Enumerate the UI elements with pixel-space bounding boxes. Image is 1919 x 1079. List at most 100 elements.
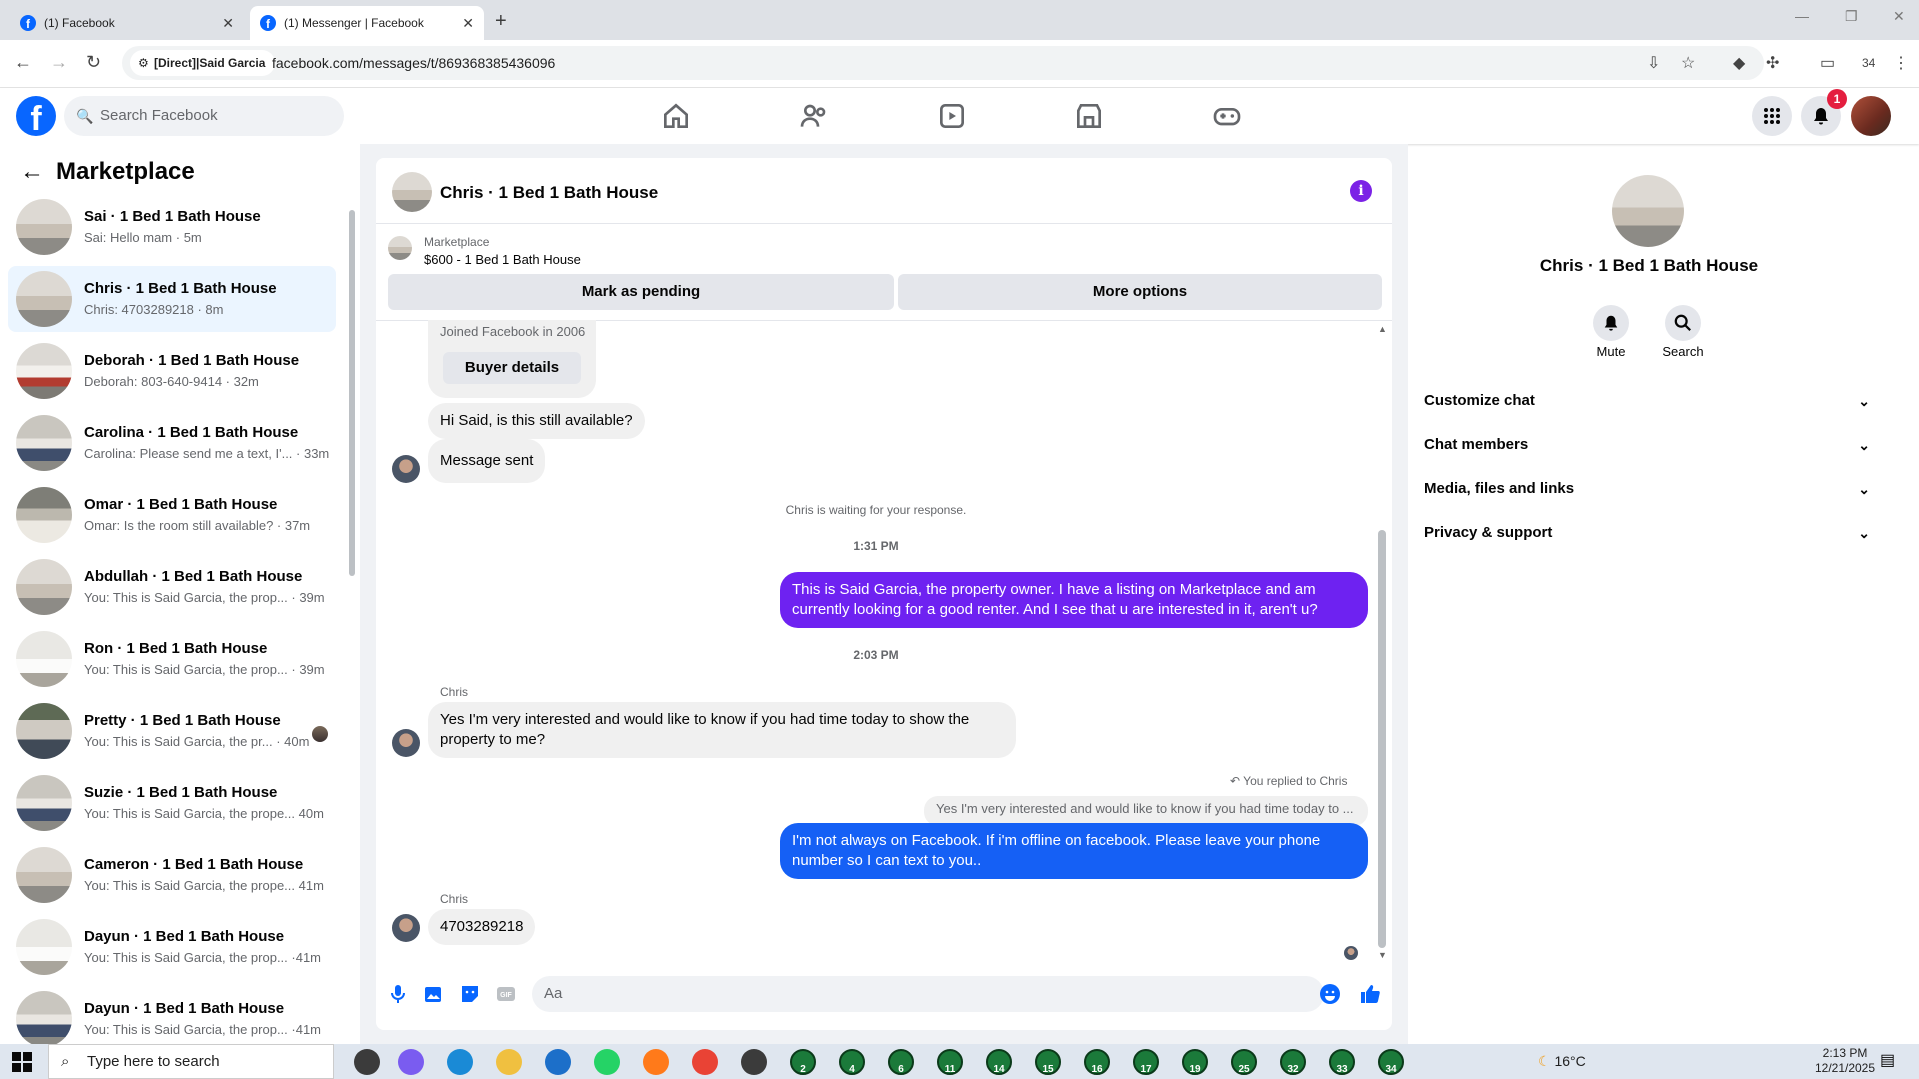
- conversation-item[interactable]: Dayun · 1 Bed 1 Bath House You: This is S…: [8, 914, 336, 980]
- conversation-item[interactable]: Omar · 1 Bed 1 Bath House Omar: Is the ro…: [8, 482, 336, 548]
- conversation-item[interactable]: Pretty · 1 Bed 1 Bath House You: This is …: [8, 698, 336, 764]
- chrome-profile-icon[interactable]: 34: [1378, 1049, 1404, 1075]
- sticker-icon[interactable]: [458, 982, 482, 1006]
- tab-facebook[interactable]: f (1) Facebook ✕: [10, 6, 244, 40]
- gif-icon[interactable]: GIF: [494, 982, 518, 1006]
- chat-avatar[interactable]: [392, 172, 432, 212]
- bookmark-star-icon[interactable]: ☆: [1681, 53, 1695, 73]
- close-window-icon[interactable]: ✕: [1893, 8, 1905, 25]
- copilot-icon[interactable]: [398, 1049, 424, 1075]
- sender-avatar[interactable]: [392, 455, 420, 483]
- facebook-logo-icon[interactable]: f: [16, 96, 56, 136]
- conversation-item[interactable]: Abdullah · 1 Bed 1 Bath House You: This i…: [8, 554, 336, 620]
- buyer-details-button[interactable]: Buyer details: [443, 352, 581, 384]
- taskbar-search-input[interactable]: ⌕ Type here to search: [48, 1044, 334, 1079]
- facebook-search-input[interactable]: 🔍 Search Facebook: [64, 96, 344, 136]
- chat-scrollbar[interactable]: [1378, 530, 1386, 948]
- chrome-profile-icon[interactable]: 6: [888, 1049, 914, 1075]
- conversation-item[interactable]: Carolina · 1 Bed 1 Bath House Carolina: P…: [8, 410, 336, 476]
- firefox-icon[interactable]: [643, 1049, 669, 1075]
- privacy-support-accordion[interactable]: Privacy & support ⌄: [1424, 511, 1878, 555]
- chrome-profile-icon[interactable]: 2: [790, 1049, 816, 1075]
- sender-avatar[interactable]: [392, 914, 420, 942]
- file-explorer-icon[interactable]: [496, 1049, 522, 1075]
- extensions-puzzle-icon[interactable]: ✣: [1766, 53, 1779, 73]
- url-text[interactable]: facebook.com/messages/t/869368385436096: [272, 55, 555, 71]
- scroll-up-icon[interactable]: ▲: [1378, 324, 1387, 334]
- task-view-icon[interactable]: [354, 1049, 380, 1075]
- mute-button[interactable]: [1593, 305, 1629, 341]
- listing-title[interactable]: $600 - 1 Bed 1 Bath House: [424, 252, 581, 267]
- reload-icon[interactable]: ↻: [86, 52, 101, 73]
- install-app-icon[interactable]: ⇩: [1647, 53, 1660, 73]
- conversation-item[interactable]: Deborah · 1 Bed 1 Bath House Deborah: 803…: [8, 338, 336, 404]
- friends-icon[interactable]: [798, 100, 830, 132]
- video-icon[interactable]: [936, 100, 968, 132]
- chrome-profile-icon[interactable]: 25: [1231, 1049, 1257, 1075]
- more-options-button[interactable]: More options: [898, 274, 1382, 310]
- taskbar-clock[interactable]: 2:13 PM 12/21/2025: [1810, 1046, 1880, 1076]
- back-icon[interactable]: ←: [14, 52, 32, 73]
- gaming-icon[interactable]: [1211, 100, 1243, 132]
- restore-icon[interactable]: ❐: [1845, 8, 1858, 25]
- customize-chat-accordion[interactable]: Customize chat ⌄: [1424, 379, 1878, 423]
- chrome-icon[interactable]: [692, 1049, 718, 1075]
- details-avatar[interactable]: [1612, 175, 1684, 247]
- message-incoming: Message sent: [428, 439, 546, 483]
- app-icon[interactable]: [741, 1049, 767, 1075]
- chrome-profile-icon[interactable]: 15: [1035, 1049, 1061, 1075]
- chrome-profile-icon[interactable]: 17: [1133, 1049, 1159, 1075]
- extension-icon[interactable]: ◆: [1733, 53, 1745, 73]
- search-in-chat-button[interactable]: [1665, 305, 1701, 341]
- chrome-profile-icon[interactable]: 11: [937, 1049, 963, 1075]
- message-input[interactable]: Aa: [532, 976, 1324, 1012]
- menu-grid-icon[interactable]: [1752, 96, 1792, 136]
- scroll-down-icon[interactable]: ▼: [1378, 950, 1387, 960]
- conversation-scrollbar[interactable]: [349, 210, 355, 576]
- conversation-item[interactable]: Sai · 1 Bed 1 Bath House Sai: Hello mam ·…: [8, 194, 336, 260]
- photo-icon[interactable]: [422, 982, 446, 1006]
- menu-kebab-icon[interactable]: ⋮: [1893, 53, 1909, 73]
- tab-messenger[interactable]: f (1) Messenger | Facebook ✕: [250, 6, 484, 40]
- close-tab-icon[interactable]: ✕: [222, 15, 234, 32]
- weather-temp[interactable]: ☾ 16°C: [1538, 1053, 1586, 1070]
- chrome-profile-icon[interactable]: 32: [1280, 1049, 1306, 1075]
- info-icon[interactable]: i: [1350, 180, 1372, 202]
- chrome-profile-icon[interactable]: 33: [1329, 1049, 1355, 1075]
- sender-avatar[interactable]: [392, 729, 420, 757]
- chrome-profile-icon[interactable]: 19: [1182, 1049, 1208, 1075]
- conversation-item[interactable]: Suzie · 1 Bed 1 Bath House You: This is S…: [8, 770, 336, 836]
- conversation-item[interactable]: Ron · 1 Bed 1 Bath House You: This is Sai…: [8, 626, 336, 692]
- account-avatar[interactable]: [1851, 96, 1891, 136]
- close-tab-icon[interactable]: ✕: [462, 15, 474, 32]
- whatsapp-icon[interactable]: [594, 1049, 620, 1075]
- site-info-chip[interactable]: ⚙ [Direct]|Said Garcia: [130, 50, 276, 76]
- conversation-item[interactable]: Cameron · 1 Bed 1 Bath House You: This is…: [8, 842, 336, 908]
- side-panel-icon[interactable]: ▭: [1820, 53, 1835, 73]
- edge-icon[interactable]: [447, 1049, 473, 1075]
- chat-members-accordion[interactable]: Chat members ⌄: [1424, 423, 1878, 467]
- emoji-icon[interactable]: [1318, 982, 1342, 1006]
- chrome-profile-icon[interactable]: 14: [986, 1049, 1012, 1075]
- minimize-icon[interactable]: —: [1795, 8, 1809, 24]
- reply-quote[interactable]: Yes I'm very interested and would like t…: [924, 796, 1368, 826]
- notification-center-icon[interactable]: ▤: [1880, 1050, 1895, 1070]
- profile-count[interactable]: 34: [1862, 56, 1875, 70]
- microphone-icon[interactable]: [386, 982, 410, 1006]
- chat-title[interactable]: Chris · 1 Bed 1 Bath House: [440, 183, 658, 203]
- new-tab-icon[interactable]: +: [495, 10, 507, 33]
- windows-start-icon[interactable]: [12, 1052, 32, 1072]
- media-files-links-accordion[interactable]: Media, files and links ⌄: [1424, 467, 1878, 511]
- conversation-item[interactable]: Chris · 1 Bed 1 Bath House Chris: 4703289…: [8, 266, 336, 332]
- back-arrow-icon[interactable]: ←: [20, 158, 44, 186]
- marketplace-icon[interactable]: [1073, 100, 1105, 132]
- chrome-profile-icon[interactable]: 4: [839, 1049, 865, 1075]
- home-icon[interactable]: [660, 100, 692, 132]
- conversation-item[interactable]: Dayun · 1 Bed 1 Bath House You: This is S…: [8, 986, 336, 1052]
- forward-icon[interactable]: →: [50, 52, 68, 73]
- chrome-profile-icon[interactable]: 16: [1084, 1049, 1110, 1075]
- thumbs-up-icon[interactable]: [1358, 982, 1382, 1006]
- listing-thumbnail[interactable]: [388, 236, 412, 260]
- outlook-icon[interactable]: [545, 1049, 571, 1075]
- mark-as-pending-button[interactable]: Mark as pending: [388, 274, 894, 310]
